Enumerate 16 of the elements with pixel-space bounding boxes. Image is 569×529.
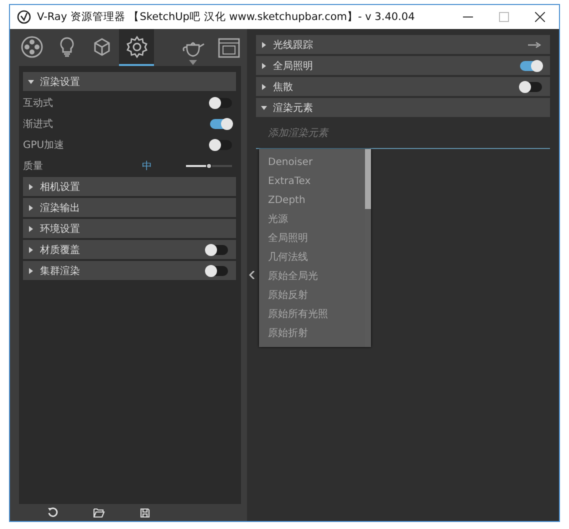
section-header[interactable]: 渲染输出 bbox=[23, 198, 236, 217]
setting-label: 渐进式 bbox=[23, 118, 53, 130]
section-header[interactable]: 渲染元素 bbox=[256, 98, 550, 117]
section-header[interactable]: 环境设置 bbox=[23, 219, 236, 238]
window-title: V-Ray 资源管理器 【SketchUp吧 汉化 www.sketchupbar.com】- v 3.40.04 bbox=[37, 10, 415, 24]
setting-label: 质量 bbox=[23, 160, 43, 172]
slider-reading: 中 bbox=[142, 160, 152, 172]
section-header[interactable]: 全局照明 bbox=[256, 56, 550, 75]
section-header[interactable]: 焦散 bbox=[256, 77, 550, 96]
setting-label: 互动式 bbox=[23, 96, 53, 110]
setting-label: GPU加速 bbox=[23, 138, 64, 152]
section-header[interactable]: 材质覆盖 bbox=[23, 240, 236, 259]
section-header[interactable]: 渲染设置 bbox=[23, 72, 236, 91]
section-header[interactable]: 光线跟踪 bbox=[256, 35, 550, 54]
section-header[interactable]: 集群渲染 bbox=[23, 261, 236, 280]
section-header[interactable]: 相机设置 bbox=[23, 177, 236, 196]
